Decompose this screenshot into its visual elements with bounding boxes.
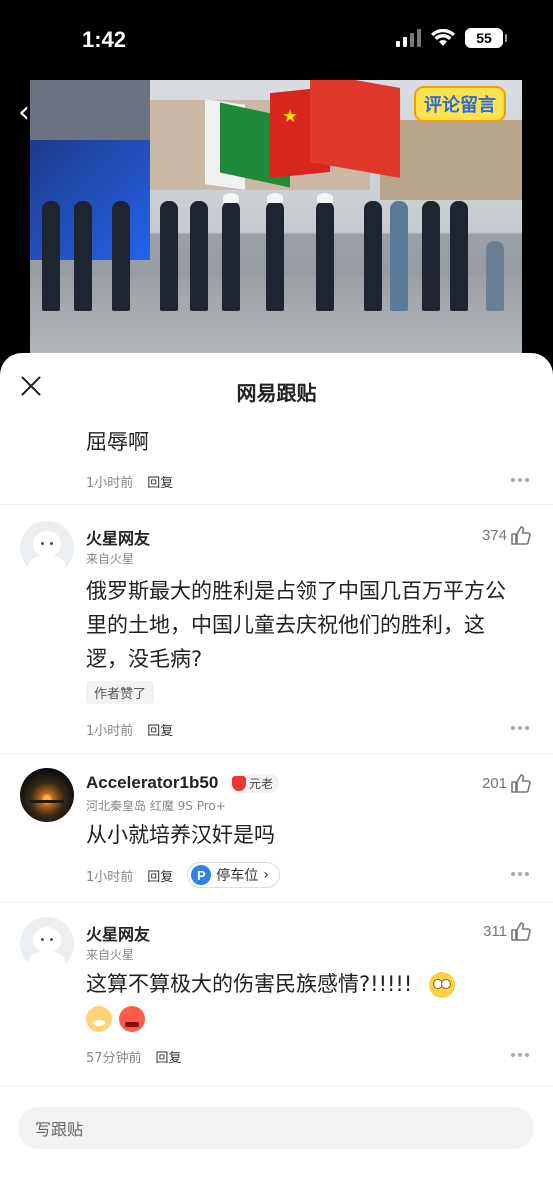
comment-item: 屈辱啊 1小时前 回复 <box>0 425 553 505</box>
like-count: 311 <box>483 923 507 940</box>
comment-item: Accelerator1b50 元老 河北秦皇岛 红魔 9S Pro+ 201 … <box>0 754 553 903</box>
video-frame: ★ 评论留言 <box>30 80 522 356</box>
parking-chip-label: 停车位 <box>216 868 259 884</box>
comment-body: 俄罗斯最大的胜利是占领了中国几百万平方公里的土地，中国儿童去庆祝他们的胜利，这逻… <box>86 579 506 671</box>
comment-input-placeholder: 写跟贴 <box>35 1120 84 1139</box>
battery-level: 55 <box>476 30 492 46</box>
video-player[interactable]: ★ 评论留言 ‹ <box>0 80 553 370</box>
comment-item: 火星网友 来自火星 374 俄罗斯最大的胜利是占领了中国几百万平方公里的土地，中… <box>0 505 553 754</box>
comment-sheet: 网易跟贴 屈辱啊 1小时前 回复 火星网友 来自火星 374 俄罗斯最大的胜利是… <box>0 353 553 1200</box>
elder-badge: 元老 <box>230 774 280 793</box>
status-bar: 1:42 55 <box>0 0 553 80</box>
comment-emoji-line <box>86 1001 523 1035</box>
more-icon[interactable] <box>511 1053 529 1057</box>
shield-icon <box>232 776 246 791</box>
avatar[interactable] <box>20 917 74 971</box>
more-icon[interactable] <box>511 726 529 730</box>
user-name[interactable]: 火星网友 <box>86 921 150 945</box>
status-time: 1:42 <box>82 27 127 52</box>
thumbs-up-icon <box>511 526 531 545</box>
reply-button[interactable]: 回复 <box>147 472 173 491</box>
author-liked-tag: 作者赞了 <box>86 681 155 704</box>
comment-input[interactable]: 写跟贴 <box>18 1107 534 1149</box>
comment-body-line: 这算不算极大的伤害民族感情?!!!!! <box>86 967 523 1001</box>
dog-face-emoji-icon <box>86 1006 112 1032</box>
user-location: 来自火星 <box>86 948 135 962</box>
elder-badge-label: 元老 <box>249 777 274 791</box>
sheet-title: 网易跟贴 <box>236 381 317 405</box>
comment-time: 1小时前 <box>86 869 134 885</box>
comment-body: 这算不算极大的伤害民族感情?!!!!! <box>86 972 413 996</box>
status-icons: 55 <box>396 28 507 48</box>
reply-button[interactable]: 回复 <box>147 866 173 885</box>
eye-roll-emoji-icon <box>428 972 455 998</box>
parking-chip[interactable]: P 停车位 › <box>187 862 280 888</box>
comment-time: 57分钟前 <box>86 1051 142 1066</box>
more-icon[interactable] <box>511 478 529 482</box>
like-button[interactable]: 311 <box>483 922 531 941</box>
battery-icon: 55 <box>465 28 507 48</box>
thumbs-up-icon <box>511 774 531 793</box>
comment-time: 1小时前 <box>86 476 134 491</box>
angry-face-emoji-icon <box>118 1006 145 1032</box>
comment-body: 从小就培养汉奸是吗 <box>86 823 275 847</box>
comment-meta: 1小时前 回复 <box>86 720 173 739</box>
user-name[interactable]: 火星网友 <box>86 525 150 549</box>
user-name[interactable]: Accelerator1b50 <box>86 773 218 793</box>
reply-button[interactable]: 回复 <box>156 1047 182 1066</box>
like-button[interactable]: 201 <box>482 774 531 793</box>
wifi-icon <box>431 29 455 47</box>
comment-body: 屈辱啊 <box>86 430 149 454</box>
like-count: 374 <box>481 527 507 544</box>
like-button[interactable]: 374 <box>482 526 531 545</box>
like-count: 201 <box>481 775 507 792</box>
comment-time: 1小时前 <box>86 724 134 739</box>
user-location: 河北秦皇岛 红魔 9S Pro+ <box>86 799 226 813</box>
more-icon[interactable] <box>511 872 529 876</box>
reply-button[interactable]: 回复 <box>147 720 173 739</box>
parking-icon: P <box>191 865 212 885</box>
comment-item: 火星网友 来自火星 311 这算不算极大的伤害民族感情?!!!!! 57分钟前 … <box>0 903 553 1086</box>
comment-meta: 57分钟前 回复 <box>86 1047 182 1066</box>
chevron-right-icon: › <box>263 867 269 883</box>
back-icon[interactable]: ‹ <box>18 95 30 130</box>
avatar[interactable] <box>20 521 74 575</box>
sheet-header: 网易跟贴 <box>0 353 553 425</box>
video-badge: 评论留言 <box>414 86 506 122</box>
comment-meta: 1小时前 回复 P 停车位 › <box>86 862 280 888</box>
comment-meta: 1小时前 回复 <box>86 472 173 491</box>
user-location: 来自火星 <box>86 552 135 566</box>
thumbs-up-icon <box>511 922 531 941</box>
avatar[interactable] <box>20 768 74 822</box>
cellular-signal-icon <box>396 29 421 47</box>
